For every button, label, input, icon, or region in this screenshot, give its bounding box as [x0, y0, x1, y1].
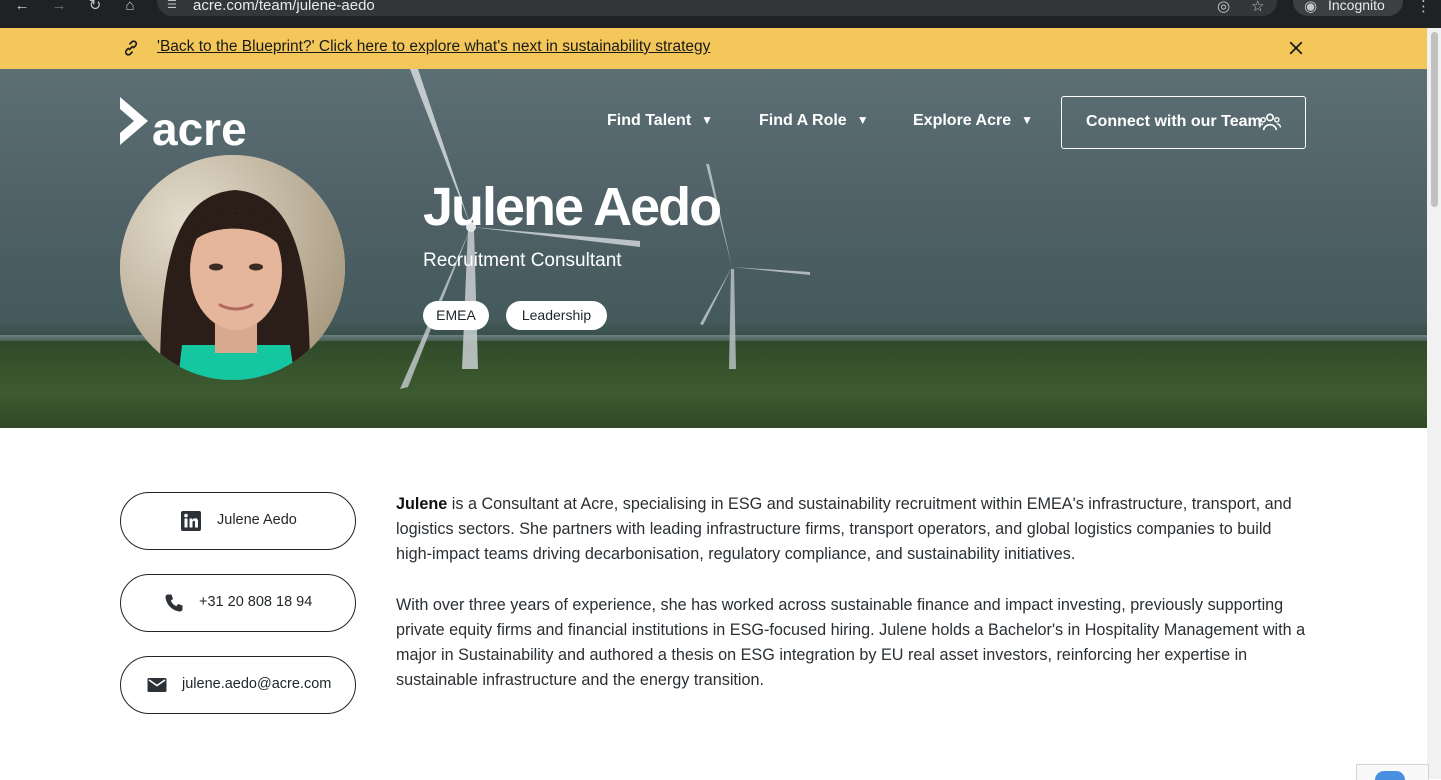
avatar: [120, 155, 345, 380]
linkedin-label: Julene Aedo: [217, 512, 297, 528]
browser-menu-icon[interactable]: ⋮: [1416, 0, 1431, 15]
nav-find-a-role-label: Find A Role: [759, 112, 847, 129]
bio-p1-text: is a Consultant at Acre, specialising in…: [396, 495, 1292, 563]
recaptcha-badge[interactable]: [1356, 764, 1429, 780]
nav-find-talent[interactable]: Find Talent ▼: [607, 112, 713, 130]
tag-leadership[interactable]: Leadership: [506, 301, 607, 330]
profile-name: Julene Aedo: [423, 177, 722, 237]
phone-button[interactable]: +31 20 808 18 94: [120, 574, 356, 632]
forward-icon[interactable]: →: [48, 0, 70, 14]
scrollbar-thumb[interactable]: [1431, 32, 1438, 207]
banner-link[interactable]: 'Back to the Blueprint?' Click here to e…: [157, 38, 710, 56]
back-icon[interactable]: ←: [11, 0, 33, 14]
phone-icon: [165, 594, 183, 612]
linkedin-button[interactable]: Julene Aedo: [120, 492, 356, 550]
nav-find-a-role[interactable]: Find A Role ▼: [759, 112, 869, 130]
browser-toolbar: ← → ↻ ⌂ ☰ acre.com/team/julene-aedo ◎ ☆ …: [0, 0, 1441, 28]
bio-paragraph-1: Julene is a Consultant at Acre, speciali…: [396, 492, 1311, 567]
reload-icon[interactable]: ↻: [84, 0, 106, 14]
announcement-banner: 'Back to the Blueprint?' Click here to e…: [0, 28, 1427, 69]
caret-down-icon: ▼: [856, 113, 869, 127]
caret-down-icon: ▼: [1021, 113, 1034, 127]
nav-explore-acre[interactable]: Explore Acre ▼: [913, 112, 1033, 130]
url-text[interactable]: acre.com/team/julene-aedo: [193, 0, 375, 14]
email-address: julene.aedo@acre.com: [182, 676, 332, 692]
bio-name: Julene: [396, 495, 448, 513]
caret-down-icon: ▼: [701, 113, 714, 127]
email-button[interactable]: julene.aedo@acre.com: [120, 656, 356, 714]
close-icon[interactable]: [1287, 39, 1305, 57]
bio-paragraph-2: With over three years of experience, she…: [396, 596, 1306, 689]
profile-title: Recruitment Consultant: [423, 250, 622, 271]
incognito-icon: ◉: [1304, 0, 1318, 15]
phone-number: +31 20 808 18 94: [199, 594, 313, 610]
incognito-label: Incognito: [1328, 0, 1385, 13]
eye-off-icon[interactable]: ◎: [1217, 0, 1230, 15]
nav-explore-acre-label: Explore Acre: [913, 112, 1012, 129]
home-icon[interactable]: ⌂: [119, 0, 141, 14]
bookmark-star-icon[interactable]: ☆: [1251, 0, 1264, 15]
link-icon: [124, 40, 138, 56]
nav-find-talent-label: Find Talent: [607, 112, 692, 129]
mail-icon: [147, 678, 167, 692]
team-icon: [1259, 113, 1281, 131]
connect-team-button[interactable]: Connect with our Team: [1061, 96, 1306, 149]
connect-team-label: Connect with our Team: [1086, 113, 1262, 130]
tag-emea[interactable]: EMEA: [423, 301, 489, 330]
site-info-icon[interactable]: ☰: [167, 0, 181, 11]
svg-text:acre: acre: [152, 103, 247, 149]
linkedin-icon: [181, 511, 201, 531]
acre-logo[interactable]: acre: [120, 97, 260, 149]
